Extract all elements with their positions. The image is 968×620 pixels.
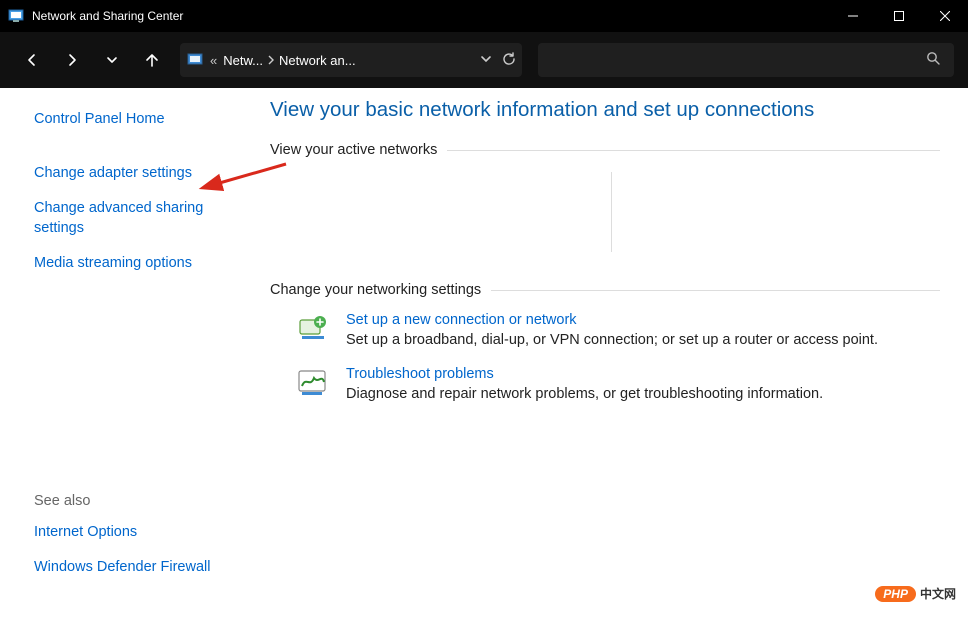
forward-button[interactable] — [54, 42, 90, 78]
setup-connection-row: Set up a new connection or network Set u… — [296, 312, 940, 348]
setup-connection-desc: Set up a broadband, dial-up, or VPN conn… — [346, 332, 940, 348]
watermark: PHP 中文网 — [875, 585, 956, 602]
watermark-cn: 中文网 — [920, 585, 956, 602]
up-button[interactable] — [134, 42, 170, 78]
active-networks-section-head: View your active networks — [270, 142, 940, 158]
sidebar-defender-firewall[interactable]: Windows Defender Firewall — [34, 558, 258, 578]
sidebar-change-advanced-sharing[interactable]: Change advanced sharing settings — [34, 199, 214, 238]
chevron-right-icon — [267, 55, 275, 65]
breadcrumb-seg2[interactable]: Network an... — [279, 53, 356, 68]
breadcrumb-prefix-icon: « — [210, 53, 217, 68]
address-bar[interactable]: « Netw... Network an... — [180, 43, 522, 77]
sidebar-control-panel-home[interactable]: Control Panel Home — [34, 110, 258, 130]
troubleshoot-desc: Diagnose and repair network problems, or… — [346, 386, 940, 402]
setup-connection-link[interactable]: Set up a new connection or network — [346, 312, 940, 328]
window-title: Network and Sharing Center — [32, 9, 183, 23]
setup-connection-icon — [296, 312, 330, 346]
see-also-label: See also — [34, 493, 258, 509]
minimize-button[interactable] — [830, 0, 876, 32]
control-panel-icon — [186, 51, 204, 69]
search-input[interactable] — [538, 43, 954, 77]
troubleshoot-icon — [296, 366, 330, 400]
change-settings-section-head: Change your networking settings — [270, 282, 940, 298]
active-networks-empty — [276, 172, 612, 252]
sidebar-change-adapter-settings[interactable]: Change adapter settings — [34, 164, 258, 184]
close-button[interactable] — [922, 0, 968, 32]
breadcrumb[interactable]: Netw... Network an... — [223, 53, 474, 68]
sidebar: Control Panel Home Change adapter settin… — [0, 88, 258, 620]
breadcrumb-seg1[interactable]: Netw... — [223, 53, 263, 68]
app-icon — [8, 8, 24, 24]
search-icon — [926, 51, 940, 70]
sidebar-internet-options[interactable]: Internet Options — [34, 523, 258, 543]
main-panel: View your basic network information and … — [258, 88, 968, 620]
address-dropdown-button[interactable] — [480, 53, 492, 68]
back-button[interactable] — [14, 42, 50, 78]
recent-locations-button[interactable] — [94, 42, 130, 78]
sidebar-media-streaming[interactable]: Media streaming options — [34, 254, 258, 274]
navbar: « Netw... Network an... — [0, 32, 968, 88]
maximize-button[interactable] — [876, 0, 922, 32]
troubleshoot-row: Troubleshoot problems Diagnose and repai… — [296, 366, 940, 402]
titlebar: Network and Sharing Center — [0, 0, 968, 32]
watermark-php: PHP — [875, 586, 916, 602]
troubleshoot-link[interactable]: Troubleshoot problems — [346, 366, 940, 382]
page-heading: View your basic network information and … — [270, 98, 940, 122]
refresh-button[interactable] — [502, 52, 516, 69]
